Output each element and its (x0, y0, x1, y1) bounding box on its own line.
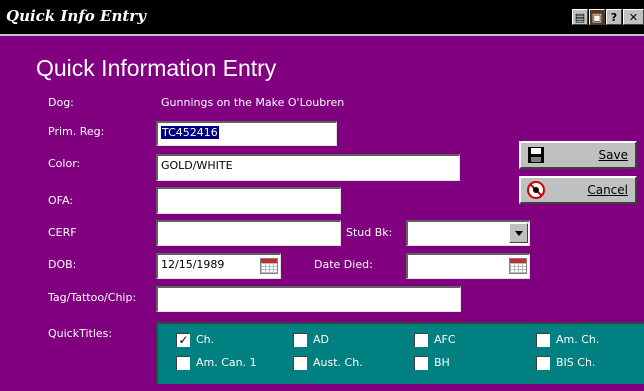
cerf-label: CERF (48, 226, 77, 239)
dob-value: 12/15/1989 (161, 258, 225, 271)
checkbox-label: BIS Ch. (556, 356, 596, 369)
date-died-label: Date Died: (314, 258, 373, 271)
stud-bk-label: Stud Bk: (346, 226, 393, 239)
prim-reg-field[interactable]: TC452416 (156, 121, 337, 146)
calendar-icon[interactable] (509, 258, 527, 274)
save-button[interactable]: Save (519, 141, 637, 169)
checkbox-am-can-1[interactable] (176, 356, 190, 370)
checkbox-bh[interactable] (414, 356, 428, 370)
ofa-field[interactable] (156, 187, 341, 214)
color-label: Color: (48, 157, 81, 170)
page-title: Quick Information Entry (36, 55, 277, 81)
dog-name-value: Gunnings on the Make O'Loubren (161, 96, 345, 109)
dob-label: DOB: (48, 258, 77, 271)
floppy-disk-icon (528, 147, 544, 163)
prim-reg-value: TC452416 (161, 126, 219, 139)
dog-label: Dog: (48, 96, 74, 109)
calendar-icon[interactable] (260, 258, 278, 274)
quick-info-window: Quick Info Entry ▤ ▣ ? ✕ Quick Informati… (0, 0, 644, 391)
stud-bk-select[interactable] (406, 220, 530, 246)
checkbox-ch[interactable]: ✓ (176, 333, 190, 347)
window-title: Quick Info Entry (6, 7, 146, 25)
checkbox-label: AFC (434, 333, 456, 346)
checkbox-bis-ch[interactable] (536, 356, 550, 370)
checkbox-am-ch[interactable] (536, 333, 550, 347)
cancel-label: Cancel (587, 183, 628, 197)
quicktitles-group: ✓ Ch. AD AFC Am. Ch. Am. Can. 1 Aust. Ch… (156, 322, 644, 384)
print-icon[interactable]: ▤ (572, 9, 588, 25)
checkbox-label: AD (313, 333, 329, 346)
save-label: Save (598, 148, 628, 162)
checkbox-label: Aust. Ch. (313, 356, 363, 369)
cancel-icon (527, 181, 545, 199)
cerf-field[interactable] (156, 220, 341, 246)
checkbox-label: Am. Can. 1 (196, 356, 257, 369)
help-button[interactable]: ? (606, 9, 622, 25)
checkbox-afc[interactable] (414, 333, 428, 347)
close-button[interactable]: ✕ (623, 9, 644, 25)
color-field[interactable]: GOLD/WHITE (156, 154, 460, 181)
quicktitles-label: QuickTitles: (48, 327, 113, 340)
checkbox-label: Ch. (196, 333, 215, 346)
cancel-button[interactable]: Cancel (519, 176, 637, 204)
title-bar: Quick Info Entry ▤ ▣ ? ✕ (0, 0, 644, 36)
checkbox-ad[interactable] (293, 333, 307, 347)
ofa-label: OFA: (48, 194, 74, 207)
tag-tattoo-chip-label: Tag/Tattoo/Chip: (48, 291, 137, 304)
dog-icon[interactable]: ▣ (589, 9, 605, 25)
checkbox-label: BH (434, 356, 450, 369)
chevron-down-icon[interactable] (509, 223, 528, 243)
checkbox-aust-ch[interactable] (293, 356, 307, 370)
color-value: GOLD/WHITE (161, 159, 233, 172)
date-died-field[interactable] (406, 253, 530, 279)
dob-field[interactable]: 12/15/1989 (156, 253, 281, 279)
checkbox-label: Am. Ch. (556, 333, 600, 346)
tag-tattoo-chip-field[interactable] (156, 286, 461, 312)
prim-reg-label: Prim. Reg: (48, 125, 105, 138)
